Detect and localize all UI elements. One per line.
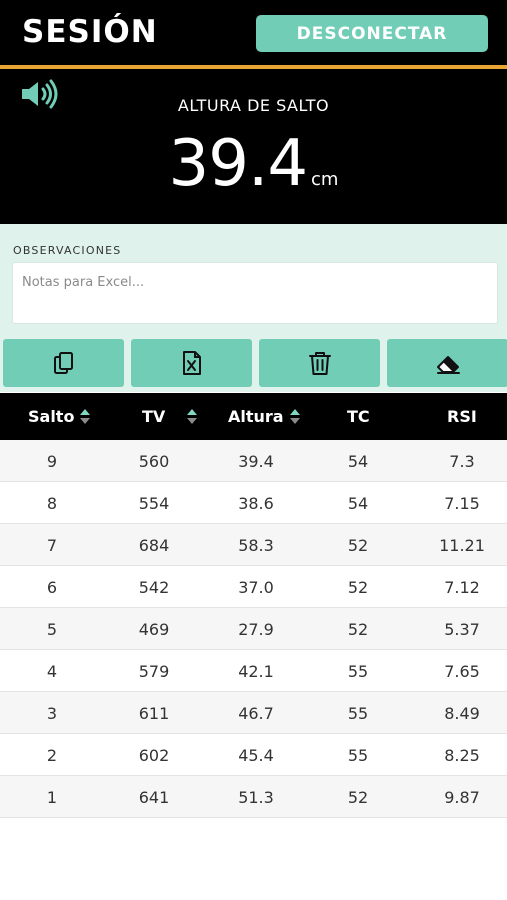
cell-altura: 45.4 <box>238 745 274 765</box>
cell-tv: 684 <box>138 535 170 555</box>
cell-tv: 579 <box>138 661 170 681</box>
column-header-salto[interactable]: Salto <box>28 393 91 440</box>
metric-label: ALTURA DE SALTO <box>177 96 330 115</box>
copy-button[interactable] <box>3 339 124 387</box>
cell-tc: 55 <box>347 745 369 765</box>
cell-tc: 55 <box>347 661 369 681</box>
table-row: 2 602 45.4 55 8.25 <box>0 734 507 776</box>
cell-tc: 52 <box>347 619 369 639</box>
sort-icon[interactable] <box>289 408 300 425</box>
clear-button[interactable] <box>387 339 507 387</box>
cell-salto: 6 <box>46 577 58 597</box>
copy-icon <box>53 352 73 374</box>
cell-salto: 1 <box>46 787 58 807</box>
app-header: SESIÓN DESCONECTAR <box>0 0 507 66</box>
cell-rsi: 7.3 <box>449 451 475 471</box>
sort-icon[interactable] <box>80 408 91 425</box>
cell-salto: 9 <box>46 451 58 471</box>
cell-salto: 5 <box>46 619 58 639</box>
table-row: 8 554 38.6 54 7.15 <box>0 482 507 524</box>
cell-tv: 542 <box>138 577 170 597</box>
metric-readout: 39.4 cm <box>0 127 507 201</box>
cell-tc: 54 <box>347 451 369 471</box>
table-row: 7 684 58.3 52 11.21 <box>0 524 507 566</box>
table-row: 1 641 51.3 52 9.87 <box>0 776 507 818</box>
cell-tc: 52 <box>347 787 369 807</box>
delete-button[interactable] <box>259 339 380 387</box>
cell-tv: 554 <box>138 493 170 513</box>
column-header-tv[interactable]: TV <box>142 393 198 440</box>
cell-rsi: 8.25 <box>444 745 480 765</box>
cell-tc: 55 <box>347 703 369 723</box>
table-row: 4 579 42.1 55 7.65 <box>0 650 507 692</box>
cell-tv: 560 <box>138 451 170 471</box>
cell-altura: 39.4 <box>238 451 274 471</box>
metric-value: 39.4 <box>168 127 308 201</box>
disconnect-button[interactable]: DESCONECTAR <box>256 15 488 52</box>
trash-icon <box>308 352 331 375</box>
observations-input[interactable] <box>12 262 498 324</box>
cell-tc: 54 <box>347 493 369 513</box>
cell-rsi: 7.12 <box>444 577 480 597</box>
cell-rsi: 7.15 <box>444 493 480 513</box>
column-header-rsi: RSI <box>447 407 477 426</box>
observations-label: OBSERVACIONES <box>13 244 122 257</box>
excel-file-icon <box>182 351 201 375</box>
cell-salto: 4 <box>46 661 58 681</box>
cell-tv: 469 <box>138 619 170 639</box>
cell-salto: 2 <box>46 745 58 765</box>
cell-altura: 37.0 <box>238 577 274 597</box>
cell-tv: 602 <box>138 745 170 765</box>
export-excel-button[interactable] <box>131 339 252 387</box>
cell-salto: 7 <box>46 535 58 555</box>
cell-altura: 27.9 <box>238 619 274 639</box>
cell-salto: 8 <box>46 493 58 513</box>
cell-rsi: 7.65 <box>444 661 480 681</box>
table-row: 5 469 27.9 52 5.37 <box>0 608 507 650</box>
page-title: SESIÓN <box>22 14 158 50</box>
table-row: 6 542 37.0 52 7.12 <box>0 566 507 608</box>
metric-unit: cm <box>311 169 339 190</box>
column-header-altura[interactable]: Altura <box>228 393 300 440</box>
cell-altura: 46.7 <box>238 703 274 723</box>
cell-rsi: 8.49 <box>444 703 480 723</box>
action-toolbar <box>0 336 507 392</box>
table-header: Salto TV Altura TC RSI <box>0 393 507 440</box>
sort-icon[interactable] <box>187 408 198 425</box>
metric-display: ALTURA DE SALTO 39.4 cm <box>0 69 507 224</box>
table-row: 9 560 39.4 54 7.3 <box>0 440 507 482</box>
cell-tc: 52 <box>347 577 369 597</box>
cell-altura: 58.3 <box>238 535 274 555</box>
cell-tc: 52 <box>347 535 369 555</box>
table-row: 3 611 46.7 55 8.49 <box>0 692 507 734</box>
cell-rsi: 11.21 <box>439 535 485 555</box>
column-header-tc: TC <box>347 407 370 426</box>
cell-tv: 641 <box>138 787 170 807</box>
cell-rsi: 5.37 <box>444 619 480 639</box>
cell-salto: 3 <box>46 703 58 723</box>
eraser-icon <box>436 356 460 374</box>
cell-altura: 42.1 <box>238 661 274 681</box>
cell-altura: 38.6 <box>238 493 274 513</box>
cell-tv: 611 <box>138 703 170 723</box>
cell-rsi: 9.87 <box>444 787 480 807</box>
cell-altura: 51.3 <box>238 787 274 807</box>
jump-table-body: 9 560 39.4 54 7.3 8 554 38.6 54 7.15 7 684 58.3 52 11.… <box>0 440 507 818</box>
observations-panel: OBSERVACIONES <box>0 224 507 336</box>
